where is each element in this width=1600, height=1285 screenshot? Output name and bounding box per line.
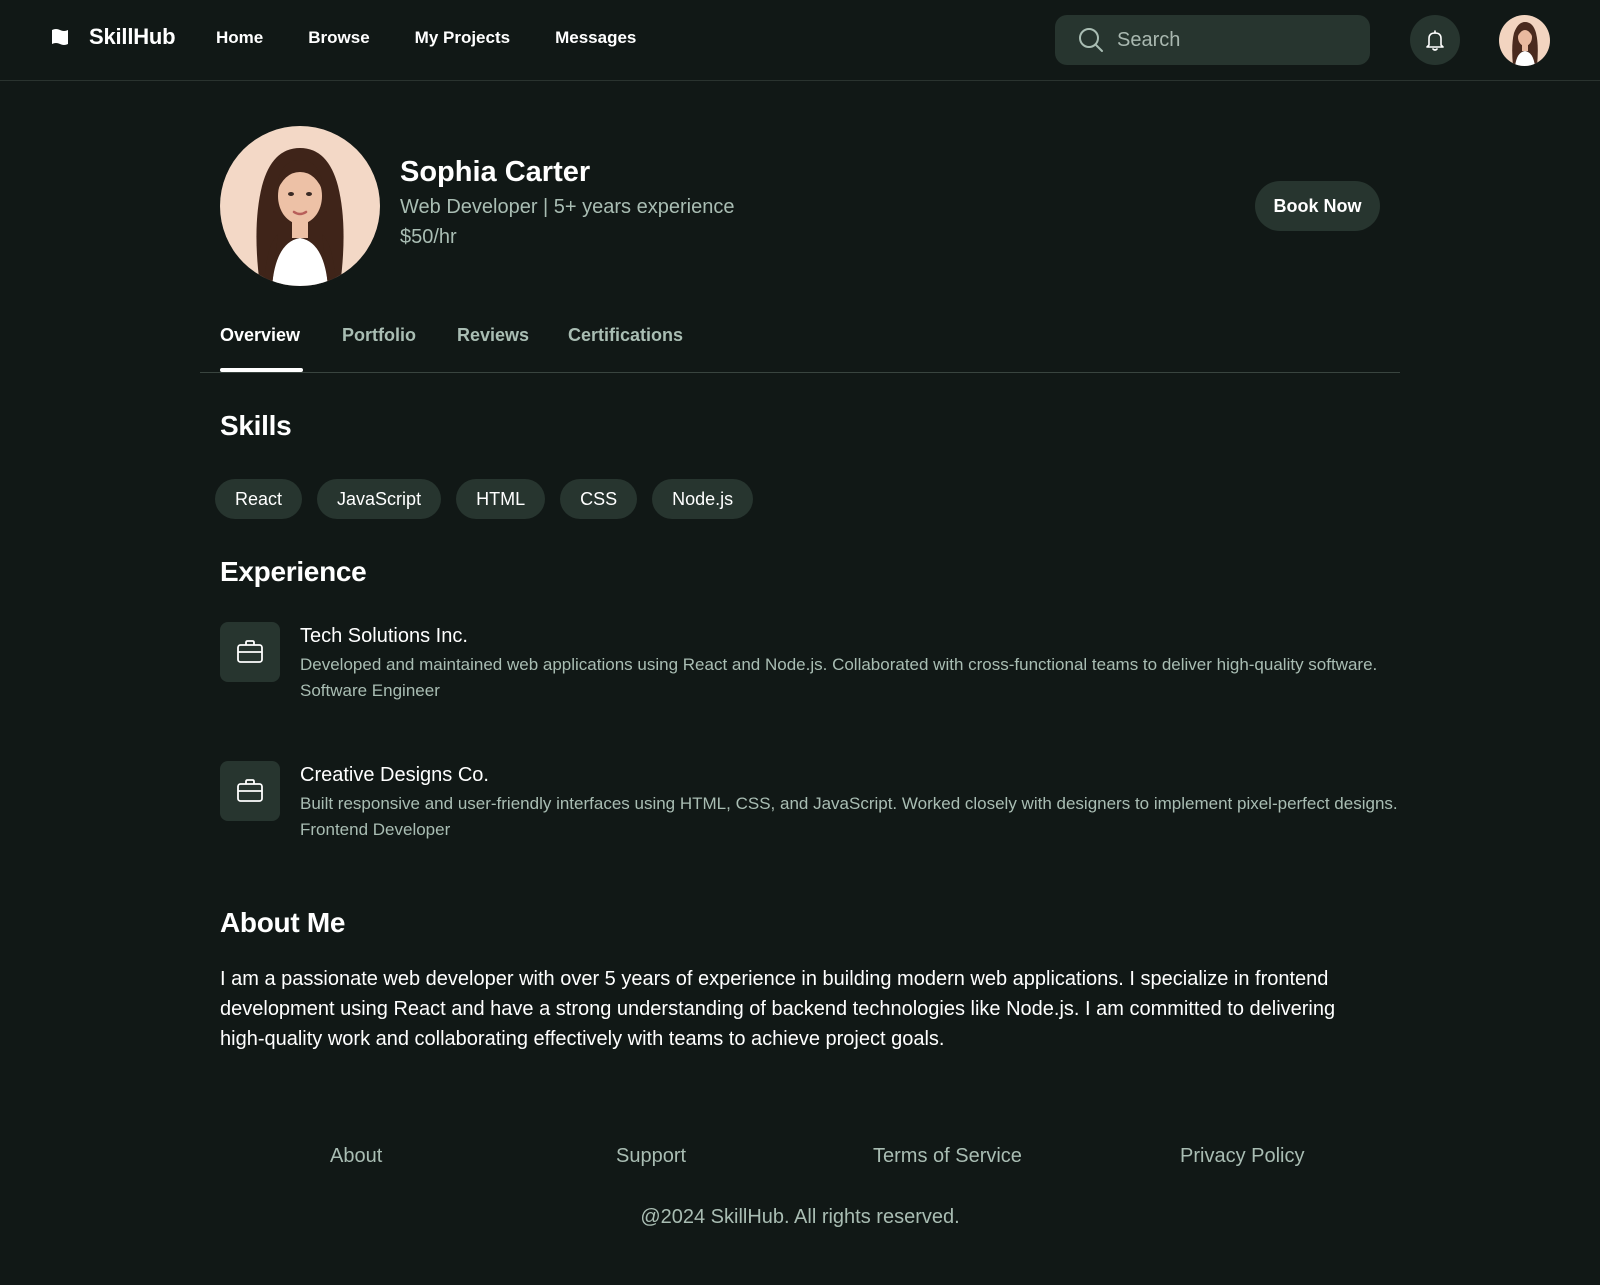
experience-icon (220, 761, 280, 821)
profile-tabs: Overview Portfolio Reviews Certification… (200, 325, 1400, 373)
profile-avatar (220, 126, 380, 286)
nav-home[interactable]: Home (216, 28, 263, 48)
tab-portfolio[interactable]: Portfolio (342, 325, 416, 362)
experience-company: Creative Designs Co. (300, 764, 489, 786)
bell-icon (1426, 30, 1444, 51)
skill-chip: HTML (456, 479, 546, 519)
footer-link-terms[interactable]: Terms of Service (873, 1145, 1022, 1168)
footer-link-support[interactable]: Support (616, 1145, 686, 1168)
copyright: @2024 SkillHub. All rights reserved. (640, 1206, 960, 1228)
notifications-button[interactable] (1410, 15, 1460, 65)
skills-list: React JavaScript HTML CSS Node.js (215, 479, 754, 519)
user-avatar[interactable] (1499, 15, 1550, 66)
flag-icon (52, 29, 68, 45)
footer-link-about[interactable]: About (330, 1145, 382, 1168)
profile-role: Web Developer | 5+ years experience (400, 196, 735, 218)
about-heading: About Me (220, 907, 346, 938)
tab-overview[interactable]: Overview (220, 325, 300, 362)
experience-company: Tech Solutions Inc. (300, 625, 468, 647)
experience-title: Frontend Developer (300, 820, 451, 839)
tab-reviews[interactable]: Reviews (457, 325, 529, 362)
tab-certifications[interactable]: Certifications (568, 325, 683, 362)
experience-heading: Experience (220, 556, 367, 587)
skill-chip: JavaScript (317, 479, 442, 519)
nav-browse[interactable]: Browse (308, 28, 369, 48)
nav-messages[interactable]: Messages (555, 28, 636, 48)
search-input[interactable] (1117, 28, 1357, 52)
avatar-image (1499, 15, 1550, 66)
skill-chip: CSS (560, 479, 638, 519)
experience-title: Software Engineer (300, 681, 440, 700)
footer-link-privacy[interactable]: Privacy Policy (1180, 1145, 1304, 1168)
skills-heading: Skills (220, 410, 292, 441)
main-nav: Home Browse My Projects Messages (216, 28, 681, 48)
experience-icon (220, 622, 280, 682)
active-tab-indicator (220, 368, 303, 372)
briefcase-icon (237, 640, 263, 663)
search-box[interactable] (1055, 15, 1370, 65)
skill-chip: React (215, 479, 303, 519)
logo[interactable]: SkillHub (50, 24, 176, 50)
app-name: SkillHub (89, 24, 176, 49)
profile-rate: $50/hr (400, 226, 457, 248)
experience-description: Developed and maintained web application… (300, 655, 1378, 674)
briefcase-icon (237, 779, 263, 802)
nav-my-projects[interactable]: My Projects (415, 28, 510, 48)
search-icon (1079, 28, 1103, 52)
about-text: I am a passionate web developer with ove… (220, 968, 1336, 1050)
profile-name: Sophia Carter (400, 156, 591, 188)
book-now-button[interactable]: Book Now (1255, 181, 1380, 231)
top-header: SkillHub Home Browse My Projects Message… (0, 0, 1600, 81)
profile-photo (220, 126, 380, 286)
experience-description: Built responsive and user-friendly inter… (300, 794, 1398, 813)
skill-chip: Node.js (652, 479, 754, 519)
